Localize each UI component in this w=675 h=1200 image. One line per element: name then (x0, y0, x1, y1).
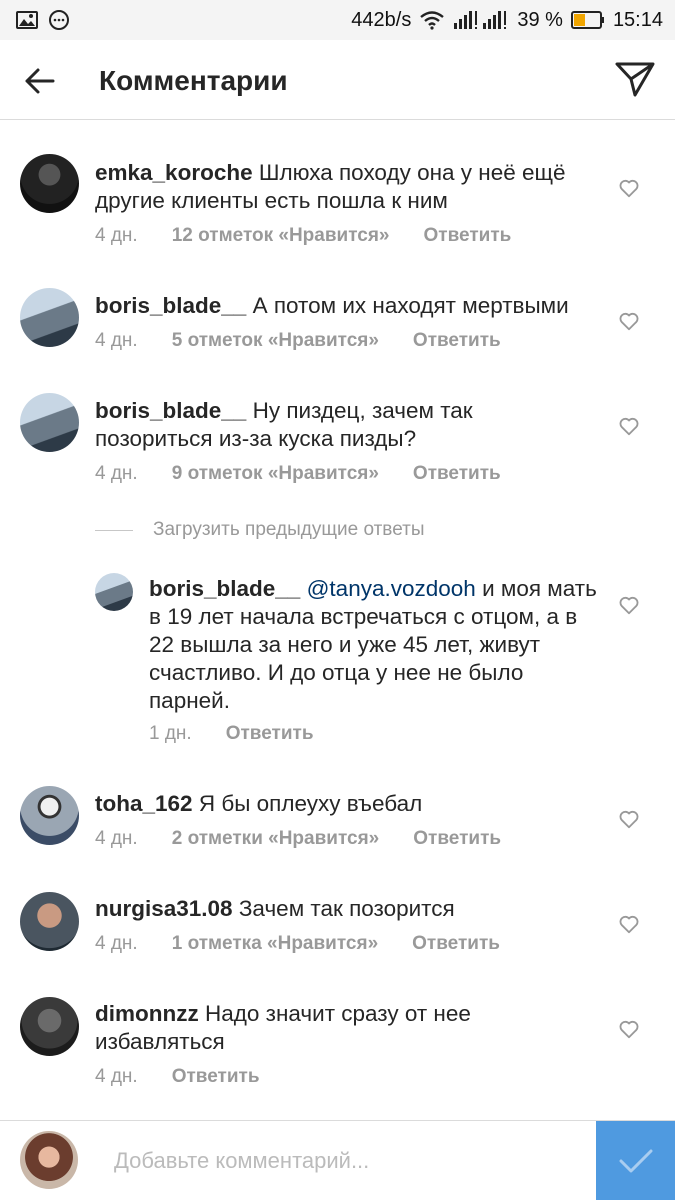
comment-username[interactable]: boris_blade__ (95, 293, 246, 318)
my-avatar (20, 1131, 78, 1189)
comment-username[interactable]: emka_koroche (95, 160, 253, 185)
comment-body: emka_koroche Шлюха походу она у неё ещё … (95, 159, 575, 215)
heart-icon[interactable] (618, 1018, 640, 1040)
comment-username[interactable]: toha_162 (95, 791, 193, 816)
post-comment-button[interactable] (596, 1121, 675, 1200)
comment-likes[interactable]: 1 отметка «Нравится» (172, 933, 378, 955)
network-speed: 442b/s (351, 8, 412, 31)
comment-time: 4 дн. (95, 330, 138, 351)
reply-button[interactable]: Ответить (412, 933, 500, 955)
page-title: Комментарии (99, 65, 288, 96)
comment-time: 4 дн. (95, 225, 138, 246)
comment-body: toha_162 Я бы оплеуху въебал (95, 790, 575, 818)
heart-icon[interactable] (618, 310, 640, 332)
back-button[interactable] (22, 64, 56, 98)
comment-time: 4 дн. (95, 933, 138, 954)
signal-icon (453, 10, 509, 30)
status-bar-left (16, 9, 70, 31)
battery-percent: 39 % (517, 8, 563, 31)
reply-button[interactable]: Ответить (413, 330, 501, 352)
comment-body: dimonnzz Надо значит сразу от нее избавл… (95, 1000, 575, 1056)
comment-username[interactable]: dimonnzz (95, 1001, 199, 1026)
avatar[interactable] (95, 573, 133, 611)
comment-username[interactable]: boris_blade__ (95, 398, 246, 423)
comment-text: Зачем так позорится (238, 896, 455, 921)
comment-time: 4 дн. (95, 463, 138, 484)
reply-body: boris_blade__ @tanya.vozdooh и моя мать … (149, 575, 599, 715)
status-bar: 442b/s 39 % 15:14 (0, 0, 675, 40)
avatar[interactable] (20, 997, 79, 1056)
comment-likes[interactable]: 9 отметок «Нравится» (172, 463, 379, 485)
clock: 15:14 (612, 8, 663, 31)
reply-button[interactable]: Ответить (413, 828, 501, 850)
avatar[interactable] (20, 393, 79, 452)
comment-body: boris_blade__ А потом их находят мертвым… (95, 292, 575, 320)
heart-icon[interactable] (618, 913, 640, 935)
reply-button[interactable]: Ответить (226, 723, 314, 745)
comment-meta: 4 дн. 9 отметок «Нравится» Ответить (95, 463, 501, 485)
direct-send-button[interactable] (615, 59, 655, 99)
comment-likes[interactable]: 2 отметки «Нравится» (172, 828, 380, 850)
chat-icon (48, 9, 70, 31)
comment-username[interactable]: nurgisa31.08 (95, 896, 233, 921)
app-header: Комментарии (0, 40, 675, 120)
reply-mention[interactable]: @tanya.vozdooh (307, 576, 476, 601)
comment-meta: 4 дн. 2 отметки «Нравится» Ответить (95, 828, 501, 850)
heart-icon[interactable] (618, 594, 640, 616)
status-bar-right: 442b/s 39 % 15:14 (351, 9, 663, 32)
comment-meta: 4 дн. 12 отметок «Нравится» Ответить (95, 225, 511, 247)
load-previous-replies[interactable]: Загрузить предыдущие ответы (95, 519, 424, 541)
comment-text: А потом их находят мертвыми (252, 293, 569, 318)
comment-body: nurgisa31.08 Зачем так позорится (95, 895, 575, 923)
checkmark-icon (619, 1149, 652, 1173)
avatar[interactable] (20, 786, 79, 845)
comment-meta: 4 дн. 5 отметок «Нравится» Ответить (95, 330, 501, 352)
comment-meta: 4 дн. Ответить (95, 1066, 260, 1088)
heart-icon[interactable] (618, 808, 640, 830)
reply-button[interactable]: Ответить (413, 463, 501, 485)
heart-icon[interactable] (618, 177, 640, 199)
comment-text: Я бы оплеуху въебал (198, 791, 423, 816)
avatar[interactable] (20, 154, 79, 213)
comment-time: 4 дн. (95, 828, 138, 849)
back-arrow-icon (25, 68, 55, 94)
wifi-icon (419, 10, 445, 30)
comments-screen: 442b/s 39 % 15:14 Комментарии emka_koroc (0, 0, 675, 1200)
divider (95, 529, 133, 531)
reply-button[interactable]: Ответить (424, 225, 512, 247)
image-icon (16, 11, 38, 29)
avatar[interactable] (20, 892, 79, 951)
comment-body: boris_blade__ Ну пиздец, зачем так позор… (95, 397, 575, 453)
reply-button[interactable]: Ответить (172, 1066, 260, 1088)
heart-icon[interactable] (618, 415, 640, 437)
battery-icon (570, 11, 605, 29)
comment-time: 4 дн. (95, 1066, 138, 1087)
reply-meta: 1 дн. Ответить (149, 723, 314, 745)
comment-meta: 4 дн. 1 отметка «Нравится» Ответить (95, 933, 500, 955)
avatar[interactable] (20, 288, 79, 347)
load-more-label: Загрузить предыдущие ответы (153, 519, 425, 540)
comment-composer (0, 1120, 675, 1200)
comment-input[interactable] (114, 1145, 574, 1177)
comment-likes[interactable]: 5 отметок «Нравится» (172, 330, 379, 352)
reply-username[interactable]: boris_blade__ (149, 576, 300, 601)
reply-time: 1 дн. (149, 723, 192, 744)
comment-likes[interactable]: 12 отметок «Нравится» (172, 225, 390, 247)
paper-plane-icon (615, 62, 655, 97)
